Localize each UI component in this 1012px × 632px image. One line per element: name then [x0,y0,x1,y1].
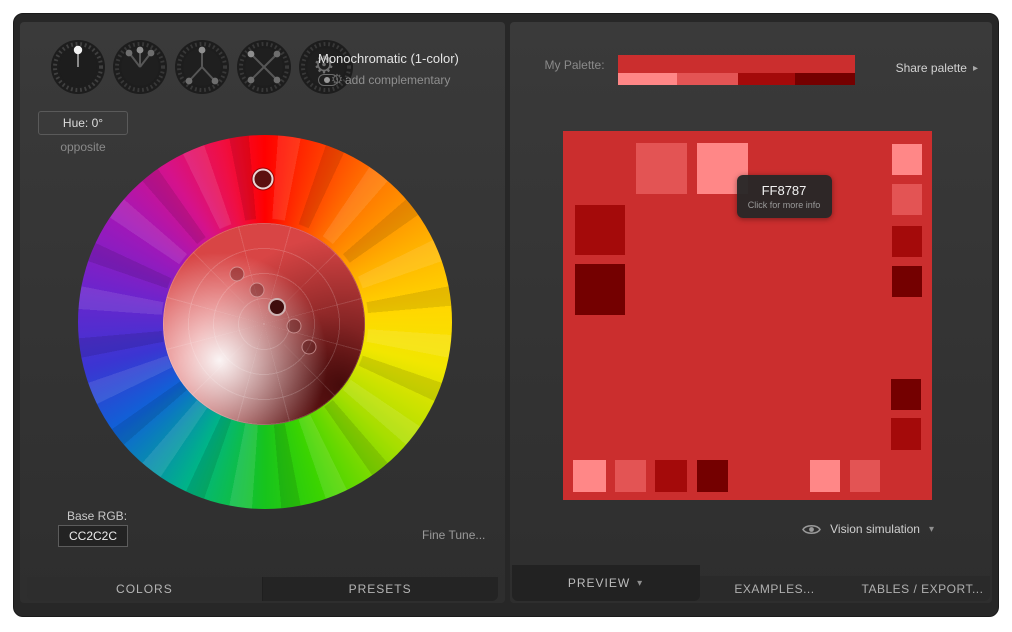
disc-marker[interactable] [250,283,265,298]
right-tab-bar: EXAMPLES... TABLES / EXPORT... PREVIEW ▾ [510,565,993,601]
tab-tables-export[interactable]: TABLES / EXPORT... [855,576,991,601]
preview-square-dark[interactable] [892,226,922,257]
share-palette-link[interactable]: Share palette ▸ [896,61,978,75]
tooltip-note: Click for more info [748,200,821,210]
disc-marker-selected[interactable] [268,298,286,316]
color-wheel[interactable] [78,135,452,509]
chevron-down-icon: ▾ [929,524,934,535]
eye-icon [802,523,821,536]
preview-square-medium[interactable] [892,184,922,215]
preview-square-light[interactable] [573,460,606,492]
preview-square-dark[interactable] [575,205,625,255]
palette-swatch-dark[interactable] [738,73,795,85]
scheme-title: Monochromatic (1-color) [318,51,459,66]
my-palette-label: My Palette: [545,58,605,72]
palette-primary-swatch[interactable] [618,55,855,73]
vision-simulation-label: Vision simulation [830,522,920,536]
fine-tune-link[interactable]: Fine Tune... [422,528,485,542]
scheme-panel: ⚙ ⚙ Monochromatic (1-color) add compleme… [20,22,505,603]
tab-examples[interactable]: EXAMPLES... [705,576,845,601]
scheme-tetrad-icon[interactable] [237,40,291,94]
preview-square-light[interactable] [810,460,840,492]
app-window: ⚙ ⚙ Monochromatic (1-color) add compleme… [13,13,999,617]
tooltip-hex-value: FF8787 [762,183,807,198]
preview-square-darkest[interactable] [892,266,922,297]
preview-square-dark[interactable] [891,418,921,450]
tab-colors[interactable]: COLORS [27,577,262,601]
tab-presets[interactable]: PRESETS [262,577,498,601]
add-complementary-toggle[interactable] [318,74,338,86]
disc-polar-grid [163,223,365,425]
preview-square-darkest[interactable] [697,460,728,492]
add-complementary-label: add complementary [345,73,450,87]
preview-square-dark[interactable] [655,460,687,492]
preview-square-light[interactable] [892,144,922,175]
left-tab-bar: COLORS PRESETS [27,577,498,601]
scheme-monochromatic-icon[interactable] [51,40,105,94]
color-tooltip[interactable]: FF8787 Click for more info [737,175,832,218]
scheme-triad-icon[interactable] [175,40,229,94]
share-palette-label: Share palette [896,61,967,75]
preview-square-darkest[interactable] [891,379,921,410]
palette-swatch-medium[interactable] [677,73,738,85]
base-rgb-label: Base RGB: [67,509,127,523]
my-palette-strip[interactable] [618,55,855,85]
scheme-adjacent-icon[interactable] [113,40,167,94]
palette-swatch-light[interactable] [618,73,677,85]
palette-swatch-darkest[interactable] [795,73,855,85]
preview-square-medium[interactable] [636,143,687,194]
tab-preview-label: PREVIEW [568,576,630,590]
preview-square-darkest[interactable] [575,264,625,315]
vision-simulation-control[interactable]: Vision simulation ▾ [802,522,934,536]
hue-value-box[interactable]: Hue: 0° [38,111,128,135]
hue-marker[interactable] [253,169,274,190]
scheme-type-buttons: ⚙ ⚙ [51,40,353,94]
chevron-down-icon: ▾ [637,578,643,589]
disc-marker[interactable] [302,340,317,355]
disc-marker[interactable] [230,267,245,282]
chevron-right-icon: ▸ [973,63,978,74]
preview-panel: My Palette: Share palette ▸ FF8787 Click… [510,22,993,603]
preview-square-medium[interactable] [850,460,880,492]
preview-square-medium[interactable] [615,460,646,492]
preview-canvas[interactable]: FF8787 Click for more info [563,131,932,500]
disc-marker[interactable] [287,319,302,334]
base-rgb-input[interactable] [58,525,128,547]
tab-preview[interactable]: PREVIEW ▾ [512,565,700,601]
